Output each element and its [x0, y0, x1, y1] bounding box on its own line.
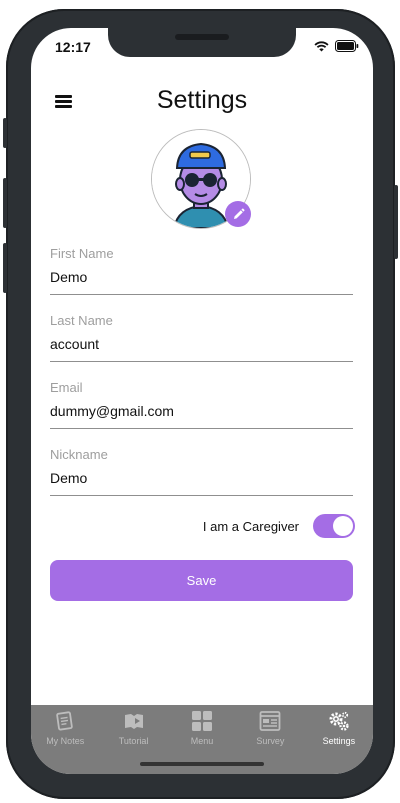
wifi-icon — [314, 40, 329, 51]
status-icons — [314, 40, 359, 52]
last-name-label: Last Name — [50, 313, 113, 328]
volume-down-button — [3, 243, 7, 293]
caregiver-row: I am a Caregiver — [203, 514, 355, 538]
book-play-icon — [124, 714, 143, 729]
grid-icon — [192, 711, 213, 731]
nickname-input[interactable]: Demo — [50, 470, 353, 496]
caregiver-toggle[interactable] — [313, 514, 355, 538]
toggle-knob — [333, 516, 353, 536]
avatar-container — [151, 129, 251, 229]
last-name-input[interactable]: account — [50, 336, 353, 362]
nickname-field[interactable]: Nickname Demo — [50, 447, 353, 496]
first-name-input[interactable]: Demo — [50, 269, 353, 295]
pencil-icon — [233, 208, 244, 219]
email-field[interactable]: Email dummy@gmail.com — [50, 380, 353, 429]
edit-avatar-button[interactable] — [225, 201, 251, 227]
first-name-label: First Name — [50, 246, 114, 261]
bottom-tab-bar: My Notes Tutorial Menu Survey Settings — [31, 705, 373, 774]
email-label: Email — [50, 380, 83, 395]
notes-icon — [56, 711, 73, 731]
nickname-label: Nickname — [50, 447, 108, 462]
battery-icon — [335, 40, 359, 52]
first-name-field[interactable]: First Name Demo — [50, 246, 353, 295]
tab-my-notes-label: My Notes — [46, 736, 85, 746]
save-button[interactable]: Save — [50, 560, 353, 601]
app-screen: 12:17 Settings First Name Demo Last Name… — [31, 28, 373, 774]
volume-up-button — [3, 178, 7, 228]
tab-my-notes[interactable]: My Notes — [31, 705, 99, 774]
tab-tutorial-label: Tutorial — [118, 736, 149, 746]
power-button — [394, 185, 398, 259]
email-input[interactable]: dummy@gmail.com — [50, 403, 353, 429]
tab-menu-label: Menu — [190, 736, 214, 746]
caregiver-label: I am a Caregiver — [202, 518, 299, 534]
gears-icon — [329, 711, 349, 731]
tab-survey-label: Survey — [256, 736, 285, 746]
page-title: Settings — [156, 86, 248, 114]
tab-settings-label: Settings — [322, 736, 356, 746]
home-indicator — [140, 762, 264, 766]
mute-switch — [3, 118, 7, 148]
speaker-grille — [175, 34, 229, 40]
notch — [108, 28, 296, 57]
last-name-field[interactable]: Last Name account — [50, 313, 353, 362]
survey-icon — [260, 711, 281, 731]
status-time: 12:17 — [55, 39, 91, 55]
tab-settings[interactable]: Settings — [305, 705, 373, 774]
